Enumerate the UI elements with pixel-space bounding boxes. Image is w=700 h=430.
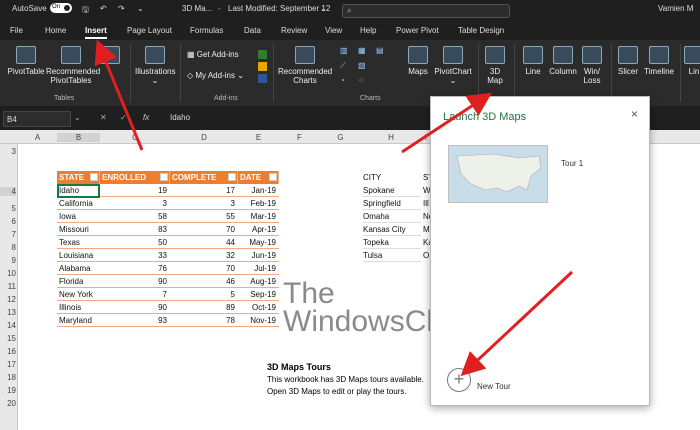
annotation-arrows xyxy=(94,39,574,377)
arrow-to-3d-map xyxy=(401,92,493,154)
arrow-to-new-tour xyxy=(460,270,574,377)
arrow-to-insert-tab xyxy=(94,39,144,151)
